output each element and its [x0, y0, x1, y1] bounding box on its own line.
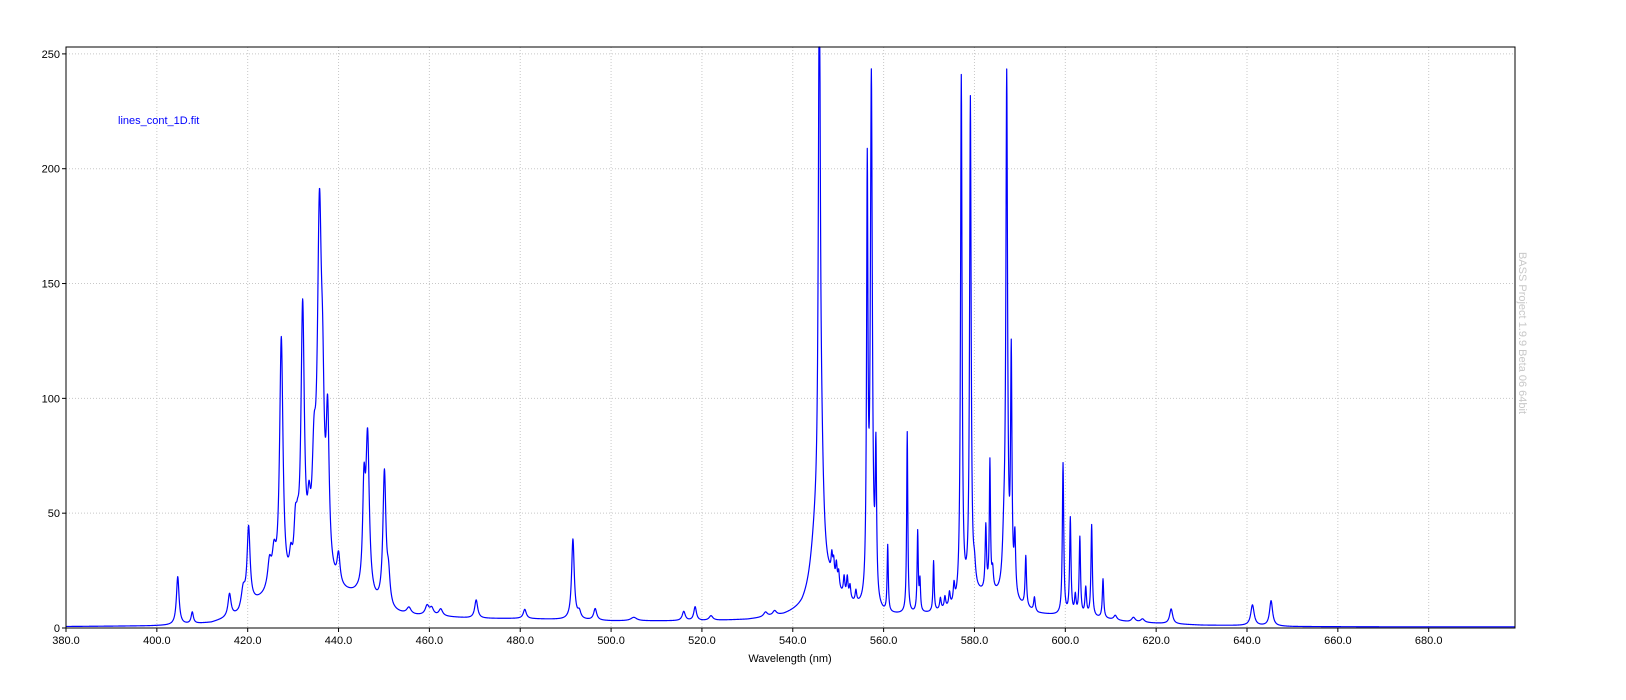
x-tick-label: 460.0 [416, 635, 444, 647]
x-axis-title: Wavelength (nm) [748, 653, 831, 665]
y-tick-label: 50 [48, 508, 60, 520]
x-tick-label: 420.0 [234, 635, 262, 647]
plot-background [66, 47, 1515, 628]
software-watermark: BASS Project 1.9.9 Beta 06 64bit [1516, 252, 1528, 414]
x-tick-label: 480.0 [506, 635, 534, 647]
y-tick-label: 100 [42, 393, 60, 405]
x-tick-label: 580.0 [961, 635, 989, 647]
x-tick-label: 520.0 [688, 635, 716, 647]
x-tick-label: 620.0 [1142, 635, 1170, 647]
file-name-annotation: lines_cont_1D.fit [118, 115, 199, 127]
x-tick-label: 560.0 [870, 635, 898, 647]
x-tick-label: 500.0 [597, 635, 625, 647]
y-tick-label: 200 [42, 164, 60, 176]
x-tick-label: 380.0 [52, 635, 80, 647]
y-tick-label: 0 [54, 623, 60, 635]
y-tick-label: 150 [42, 279, 60, 291]
x-tick-label: 640.0 [1233, 635, 1261, 647]
x-tick-label: 600.0 [1052, 635, 1080, 647]
x-tick-label: 540.0 [779, 635, 807, 647]
x-axis-ticks: 380.0 400.0 420.0 440.0 460.0 480.0 500.0 520.0… [52, 628, 1442, 647]
y-tick-label: 250 [42, 49, 60, 61]
x-tick-label: 440.0 [325, 635, 353, 647]
x-tick-label: 660.0 [1324, 635, 1352, 647]
spectrum-chart: 380.0 400.0 420.0 440.0 460.0 480.0 500.0 520.0… [42, 46, 1528, 665]
x-tick-label: 680.0 [1415, 635, 1443, 647]
y-axis-ticks: 0 50 100 150 200 250 [42, 49, 66, 635]
x-tick-label: 400.0 [143, 635, 171, 647]
